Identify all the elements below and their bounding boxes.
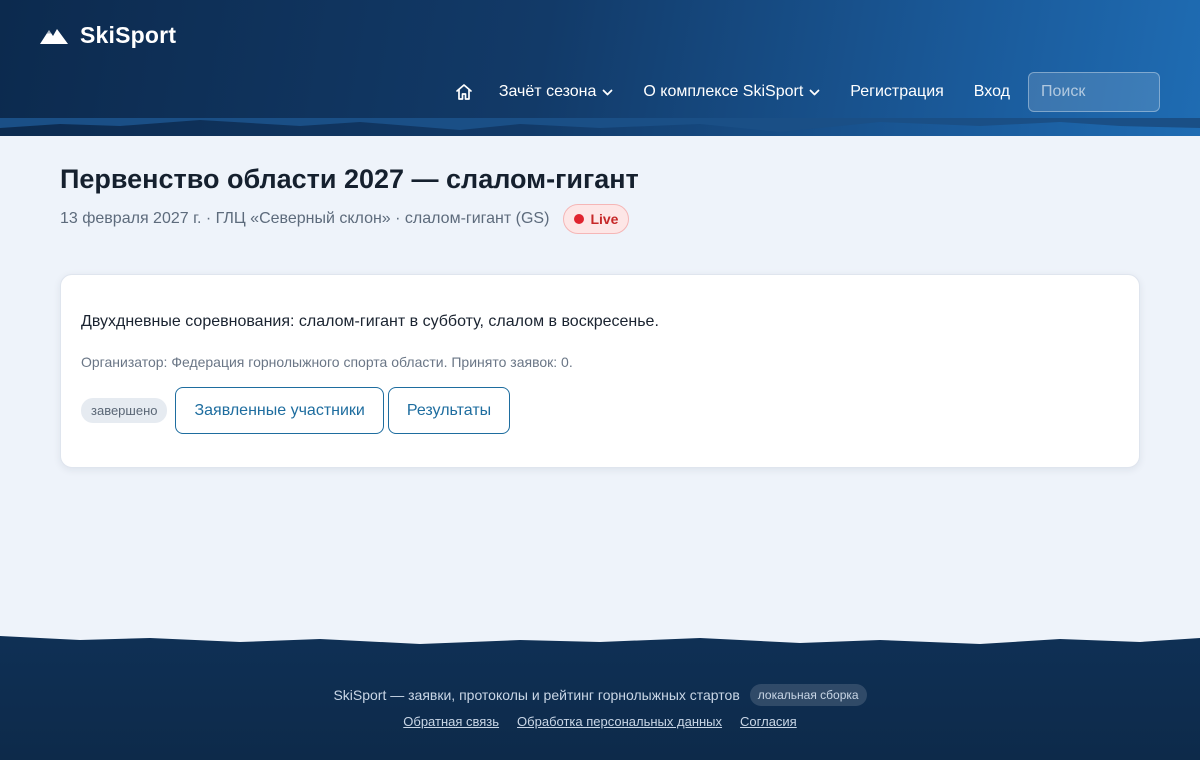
- search-input[interactable]: [1028, 72, 1160, 112]
- live-dot-icon: [574, 214, 585, 224]
- event-description: Двухдневные соревнования: слалом-гигант …: [81, 313, 659, 330]
- footer-links: Обратная связь Обработка персональных да…: [0, 714, 1200, 734]
- nav-about-label: О комплексе SkiSport: [643, 83, 804, 100]
- main-nav: Зачёт сезона О комплексе SkiSport Регист…: [455, 72, 1160, 112]
- page-title: Первенство области 2027 — слалом-гигант: [60, 164, 639, 194]
- footer-info: SkiSport — заявки, протоколы и рейтинг г…: [0, 683, 1200, 707]
- brand-name: SkiSport: [80, 21, 177, 48]
- event-actions: завершено Заявленные участники Результат…: [81, 387, 511, 434]
- event-meta-text: 13 февраля 2027 г. · ГЛЦ «Северный склон…: [60, 210, 550, 227]
- nav-season-standings[interactable]: Зачёт сезона: [499, 83, 614, 101]
- results-button[interactable]: Результаты: [387, 387, 511, 434]
- nav-season-standings-label: Зачёт сезона: [498, 83, 597, 100]
- nav-about[interactable]: О комплексе SkiSport: [643, 83, 820, 101]
- build-badge: локальная сборка: [749, 684, 867, 706]
- brand-logo[interactable]: SkiSport: [40, 20, 176, 50]
- participants-button[interactable]: Заявленные участники: [175, 387, 384, 434]
- chevron-down-icon: [603, 89, 613, 95]
- footer-text: SkiSport — заявки, протоколы и рейтинг г…: [333, 687, 740, 703]
- footer-wave-divider: [0, 636, 1200, 644]
- site-header: SkiSport Зачёт сезона О комплексе SkiSpo…: [0, 0, 1200, 136]
- live-badge-label: Live: [590, 211, 619, 227]
- status-badge: завершено: [81, 398, 168, 423]
- event-organizer: Организатор: Федерация горнолыжного спор…: [81, 354, 573, 370]
- event-meta: 13 февраля 2027 г. · ГЛЦ «Северный склон…: [60, 204, 630, 234]
- nav-registration-label: Регистрация: [850, 83, 944, 100]
- event-card: Двухдневные соревнования: слалом-гигант …: [60, 274, 1140, 468]
- nav-login[interactable]: Вход: [974, 83, 1010, 101]
- chevron-down-icon: [809, 89, 820, 95]
- mountain-icon: [40, 29, 68, 44]
- home-icon: [455, 84, 472, 100]
- footer-link-consents[interactable]: Согласия: [740, 714, 797, 734]
- header-wave-divider: [0, 118, 1200, 132]
- live-badge: Live: [563, 204, 630, 234]
- footer-link-feedback[interactable]: Обратная связь: [403, 714, 499, 734]
- nav-login-label: Вход: [973, 83, 1010, 100]
- nav-registration[interactable]: Регистрация: [850, 83, 944, 101]
- footer-link-personal-data[interactable]: Обработка персональных данных: [517, 714, 722, 734]
- nav-home[interactable]: [455, 83, 473, 101]
